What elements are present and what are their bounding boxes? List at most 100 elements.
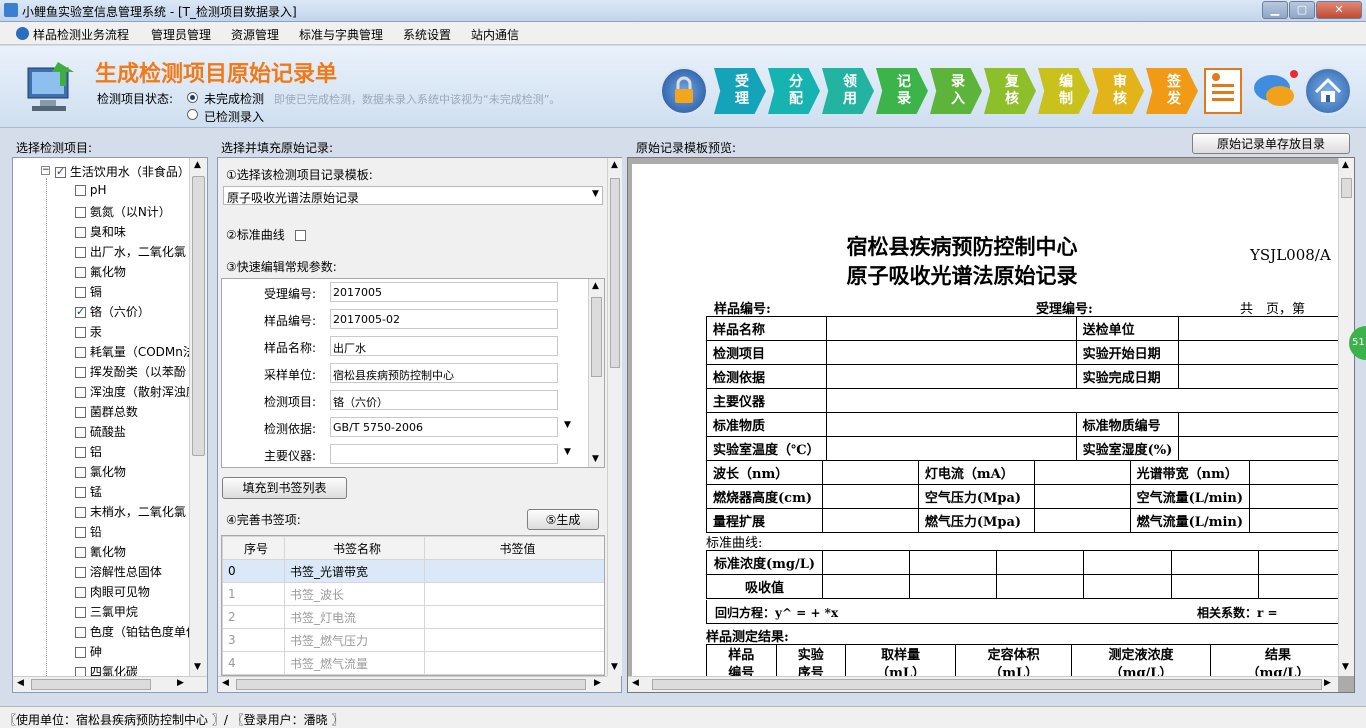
param-field[interactable]: 出厂水	[330, 336, 558, 356]
scroll-down-icon[interactable]: ▼	[611, 662, 618, 672]
dropdown-arrow-icon[interactable]: ▼	[592, 189, 599, 199]
grid-cell-value[interactable]	[424, 605, 604, 629]
param-field[interactable]: GB/T 5750-2006	[330, 417, 558, 437]
tree-item[interactable]: 浑浊度（散射浑浊度	[75, 383, 198, 400]
workflow-step-4[interactable]: 录入	[930, 68, 982, 114]
report-icon[interactable]	[1204, 68, 1242, 114]
generate-button[interactable]: ⑤生成	[527, 509, 599, 530]
home-icon[interactable]	[1304, 67, 1352, 115]
scroll-right-icon[interactable]: ▶	[594, 678, 601, 688]
tree-item[interactable]: 臭和味	[75, 223, 126, 240]
scroll-left-icon[interactable]: ◀	[17, 678, 24, 688]
grid-header-name[interactable]: 书签名称	[284, 536, 425, 560]
tree-item-checkbox[interactable]	[75, 185, 86, 196]
tree-vscroll[interactable]: ▲ ▼	[189, 158, 207, 676]
tree-item[interactable]: 硫酸盐	[75, 423, 126, 440]
menu-messages[interactable]: 站内通信	[471, 26, 519, 43]
tree-scroll-thumb[interactable]	[192, 176, 205, 456]
radio-done-label[interactable]: 已检测录入	[204, 108, 264, 125]
grid-cell-value[interactable]	[424, 559, 604, 583]
grid-row[interactable]: 1 书签_波长	[222, 582, 604, 606]
tree-item[interactable]: 耗氧量（CODMn法,	[75, 343, 199, 360]
tree-item[interactable]: 铬（六价）	[75, 303, 150, 320]
grid-row[interactable]: 3 书签_燃气压力	[222, 628, 604, 652]
tree-item-checkbox[interactable]	[75, 627, 86, 638]
menu-settings[interactable]: 系统设置	[403, 26, 451, 43]
tree-item-checkbox[interactable]	[75, 527, 86, 538]
fill-bookmarks-button[interactable]: 填充到书签列表	[222, 477, 347, 499]
tree-item[interactable]: 汞	[75, 323, 102, 340]
tree-item[interactable]: 铝	[75, 443, 102, 460]
tree-item-checkbox[interactable]	[75, 327, 86, 338]
tree-item[interactable]: 溶解性总固体	[75, 563, 162, 580]
tree-item-checkbox[interactable]	[75, 467, 86, 478]
tree-item[interactable]: 镉	[75, 283, 102, 300]
tree-item-checkbox[interactable]	[75, 267, 86, 278]
workflow-step-3[interactable]: 记录	[876, 68, 928, 114]
close-button[interactable]: ✕	[1316, 1, 1362, 19]
curve-checkbox[interactable]	[295, 230, 306, 241]
tree-item[interactable]: 挥发酚类（以苯酚	[75, 363, 186, 380]
workflow-step-5[interactable]: 复核	[984, 68, 1036, 114]
tree-hscroll[interactable]: ◀ ▶	[13, 676, 207, 692]
grid-header-value[interactable]: 书签值	[424, 536, 604, 560]
param-dropdown-icon[interactable]: ▼	[564, 420, 571, 430]
tree-item-checkbox[interactable]	[75, 487, 86, 498]
scroll-left-icon[interactable]: ◀	[632, 678, 639, 688]
tree-item[interactable]: 肉眼可见物	[75, 583, 150, 600]
param-field[interactable]: 2017005	[330, 282, 558, 302]
workflow-step-1[interactable]: 分配	[768, 68, 820, 114]
param-field[interactable]: 宿松县疾病预防控制中心	[330, 363, 558, 383]
param-field[interactable]	[330, 444, 558, 464]
lock-icon[interactable]	[660, 67, 708, 115]
workflow-step-0[interactable]: 受理	[714, 68, 766, 114]
minimize-button[interactable]: ▁	[1262, 1, 1288, 19]
tree-item[interactable]: 砷	[75, 643, 102, 660]
menu-sample-flow[interactable]: 样品检测业务流程	[33, 26, 129, 43]
scroll-up-icon[interactable]: ▲	[194, 160, 201, 170]
tree-root[interactable]: 生活饮用水（非食品）	[55, 163, 190, 180]
scroll-up-icon[interactable]: ▲	[611, 160, 618, 170]
workflow-step-7[interactable]: 审核	[1092, 68, 1144, 114]
scroll-down-icon[interactable]: ▼	[1342, 662, 1349, 672]
menu-admin[interactable]: 管理员管理	[151, 26, 211, 43]
preview-hscroll-thumb[interactable]	[652, 679, 1322, 690]
root-checkbox[interactable]	[55, 165, 66, 178]
tree-item[interactable]: 菌群总数	[75, 403, 138, 420]
grid-cell-value[interactable]	[424, 651, 604, 675]
workflow-step-8[interactable]: 签发	[1146, 68, 1198, 114]
tree-item[interactable]: 末梢水，二氧化氯	[75, 503, 186, 520]
tree-item[interactable]: 三氯甲烷	[75, 603, 138, 620]
menu-resources[interactable]: 资源管理	[231, 26, 279, 43]
maximize-button[interactable]: ▢	[1289, 1, 1315, 19]
tree-item-checkbox[interactable]	[75, 367, 86, 378]
tree-item[interactable]: 氯化物	[75, 463, 126, 480]
tree-item-checkbox[interactable]	[75, 247, 86, 258]
tree-item-checkbox[interactable]	[75, 587, 86, 598]
tree-item-checkbox[interactable]	[75, 227, 86, 238]
tree-item[interactable]: 色度（铂钴色度单位	[75, 623, 198, 640]
param-field[interactable]: 铬（六价）	[330, 390, 558, 410]
grid-row[interactable]: 4 书签_燃气流量	[222, 651, 604, 675]
tree-item-checkbox[interactable]	[75, 447, 86, 458]
menu-standards[interactable]: 标准与字典管理	[299, 26, 383, 43]
param-field[interactable]: 2017005-02	[330, 309, 558, 329]
tree-item-checkbox[interactable]	[75, 305, 86, 318]
tree-item-checkbox[interactable]	[75, 347, 86, 358]
scroll-up-icon[interactable]: ▲	[592, 281, 599, 291]
preview-vscroll[interactable]: ▲ ▼	[1338, 158, 1354, 676]
tree-item-checkbox[interactable]	[75, 607, 86, 618]
grid-cell-value[interactable]	[424, 628, 604, 652]
preview-scroll-thumb[interactable]	[1341, 178, 1352, 198]
grid-cell-value[interactable]	[424, 582, 604, 606]
mid-hscroll[interactable]: ◀ ▶	[218, 676, 607, 692]
params-vscroll[interactable]: ▲ ▼	[588, 279, 604, 467]
tree-item-checkbox[interactable]	[75, 507, 86, 518]
scroll-down-icon[interactable]: ▼	[194, 662, 201, 672]
radio-incomplete-label[interactable]: 未完成检测	[204, 90, 264, 107]
workflow-step-2[interactable]: 领用	[822, 68, 874, 114]
template-select[interactable]: 原子吸收光谱法原始记录 ▼	[223, 186, 603, 205]
tree-item-checkbox[interactable]	[75, 387, 86, 398]
tree-item[interactable]: 氟化物	[75, 263, 126, 280]
chat-icon[interactable]	[1250, 68, 1300, 114]
